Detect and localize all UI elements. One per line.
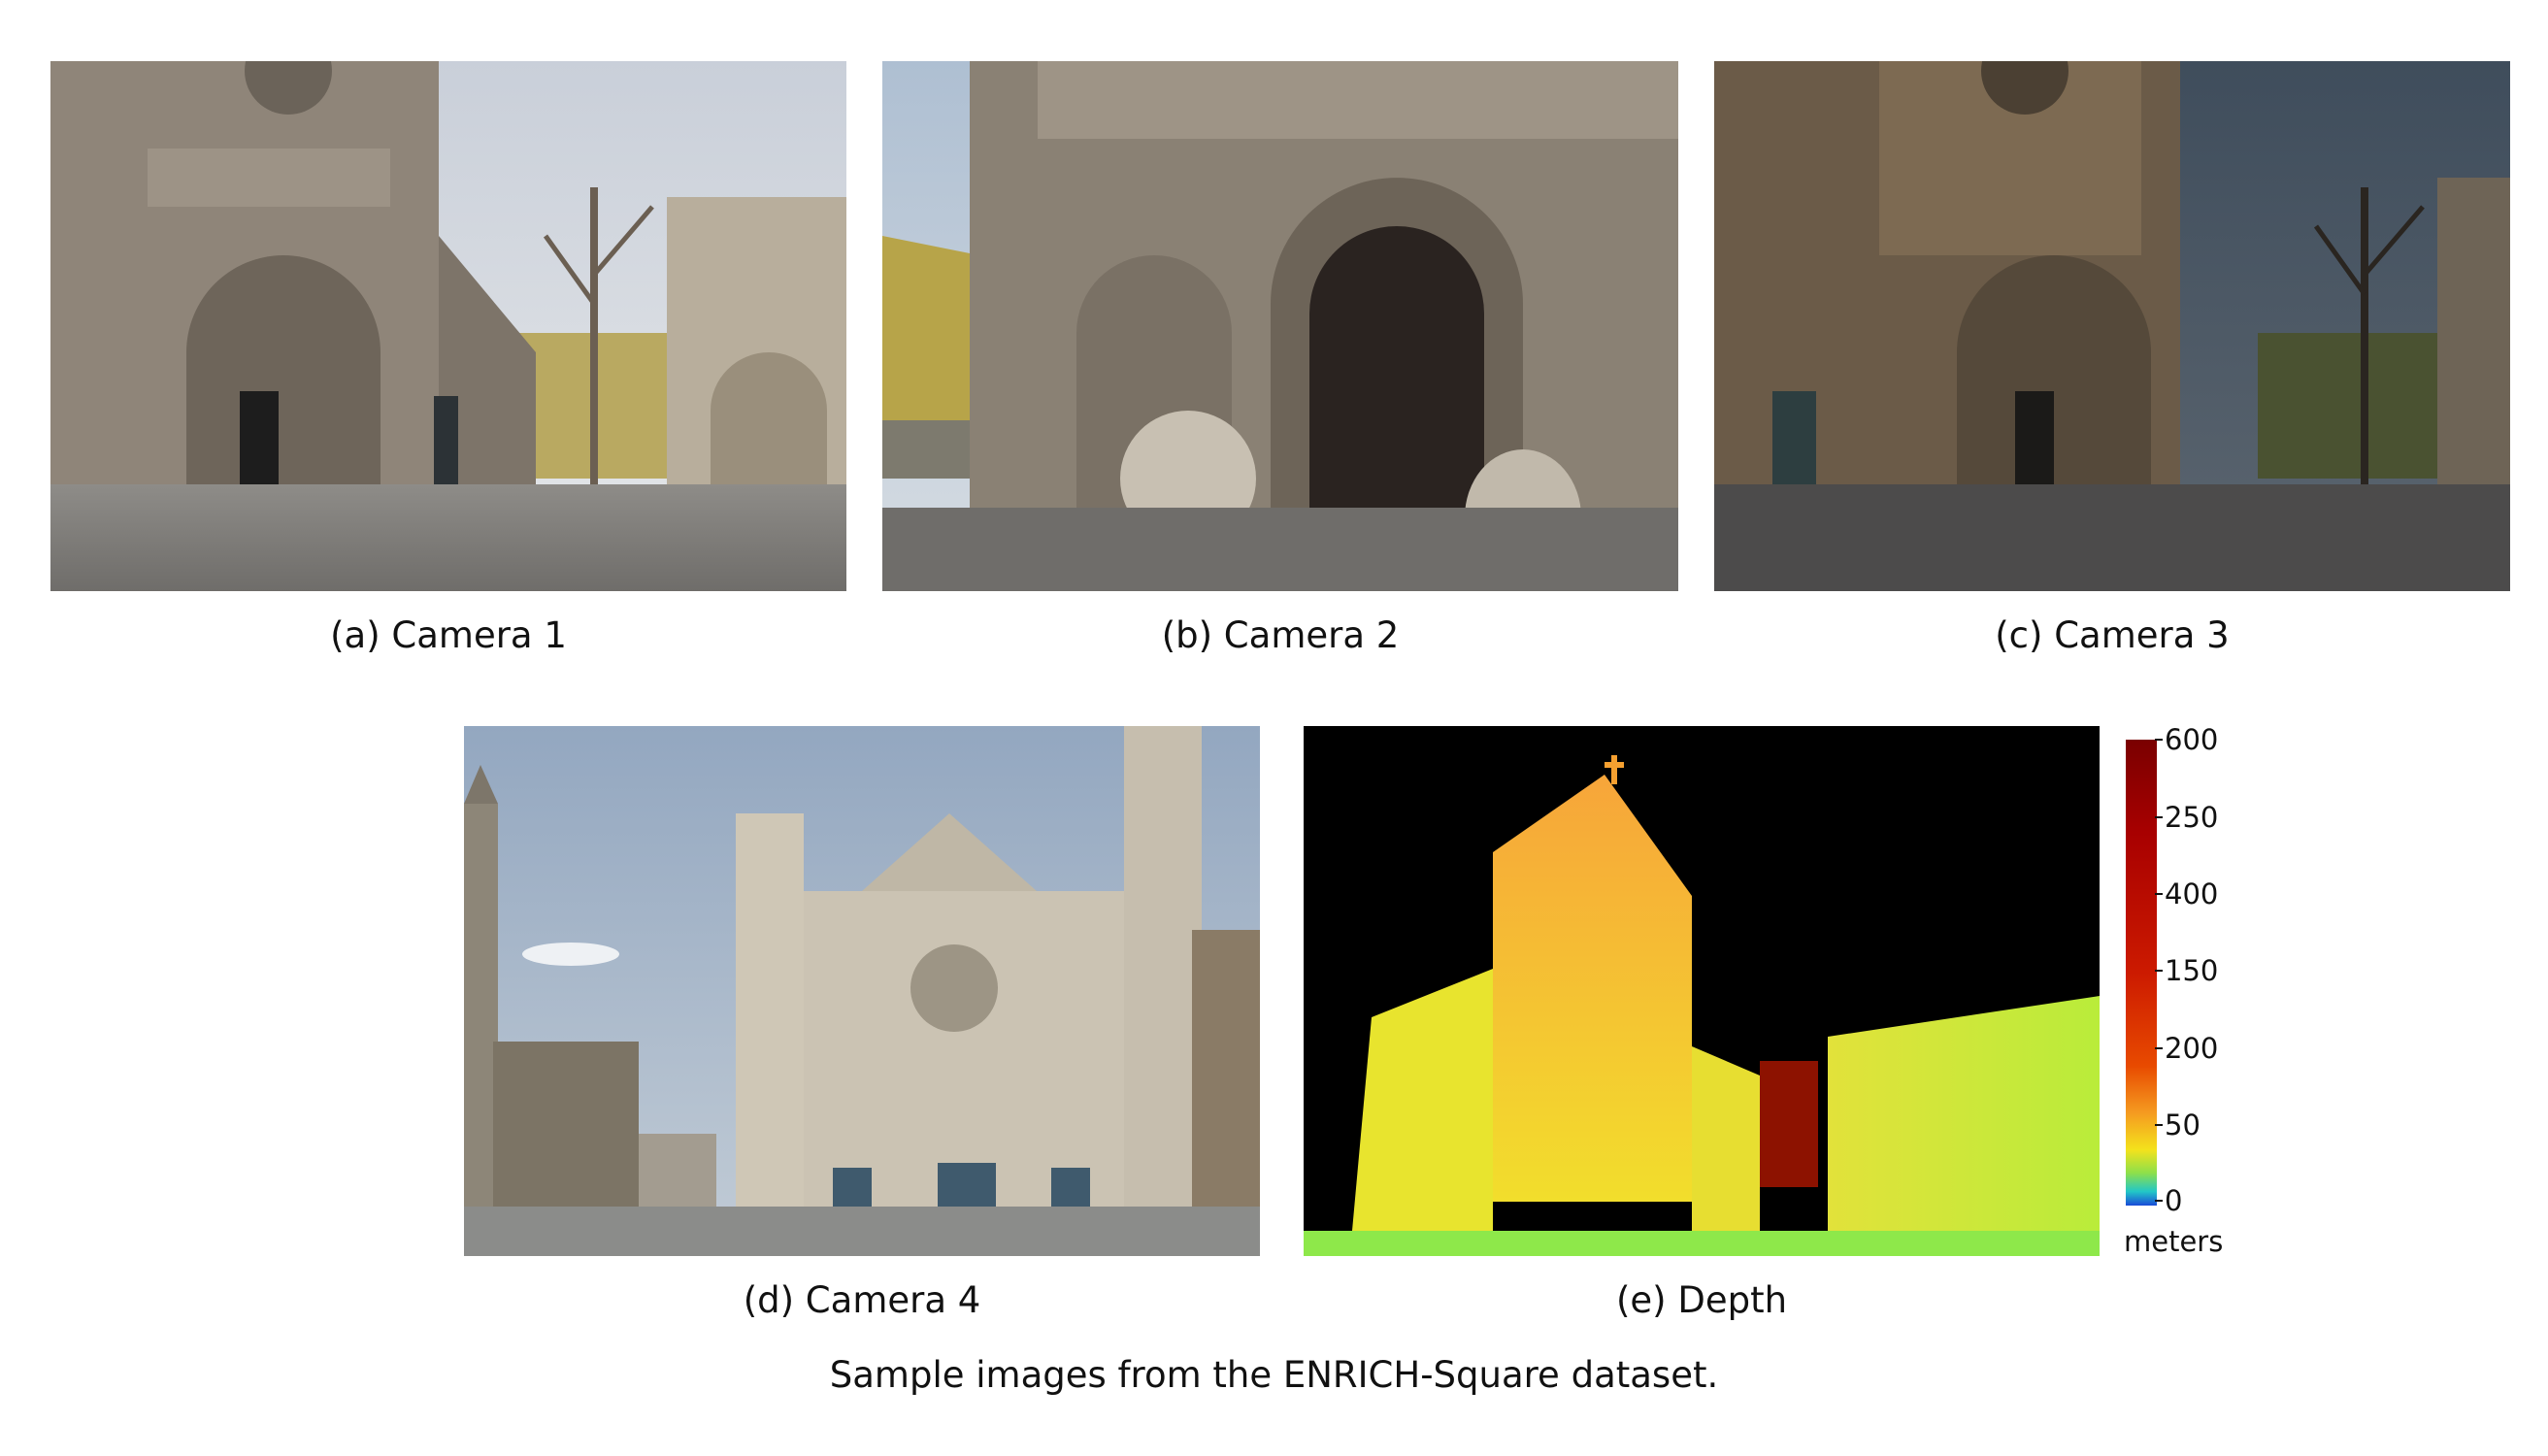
camera-2-image — [882, 61, 1678, 591]
camera-4-image — [464, 726, 1260, 1256]
caption-camera-1: (a) Camera 1 — [330, 614, 567, 656]
depth-colorbar — [2126, 740, 2157, 1206]
caption-camera-3: (c) Camera 3 — [1995, 614, 2230, 656]
colorbar-tick: 50 — [2155, 1109, 2201, 1142]
colorbar-tick: 200 — [2154, 1032, 2219, 1065]
colorbar-tick: 400 — [2154, 877, 2219, 910]
caption-depth: (e) Depth — [1615, 1279, 1788, 1321]
camera-1-image — [50, 61, 846, 591]
colorbar-tick: 600 — [2154, 723, 2219, 756]
colorbar-unit: meters — [2124, 1225, 2224, 1258]
caption-camera-4: (d) Camera 4 — [743, 1279, 981, 1321]
colorbar-tick: 0 — [2154, 1184, 2183, 1217]
camera-3-image — [1714, 61, 2510, 591]
caption-camera-2: (b) Camera 2 — [1161, 614, 1400, 656]
colorbar-tick: 250 — [2154, 801, 2219, 834]
depth-map-image — [1304, 726, 2100, 1256]
colorbar-tick: 150 — [2154, 954, 2219, 987]
figure-caption: Sample images from the ENRICH-Square dat… — [829, 1354, 1719, 1396]
